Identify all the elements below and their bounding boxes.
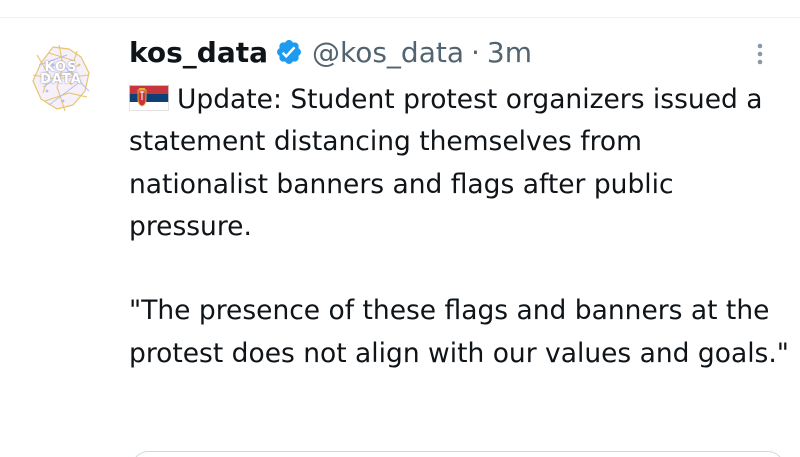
display-name[interactable]: kos_data bbox=[129, 36, 268, 69]
verified-badge-icon bbox=[275, 38, 303, 66]
tweet-text: Update: Student protest organizers issue… bbox=[129, 79, 789, 375]
tweet-paragraph-1: Update: Student protest organizers issue… bbox=[129, 79, 789, 248]
tweet-header: kos_data @kos_data · 3m bbox=[129, 30, 532, 74]
separator-dot: · bbox=[471, 35, 480, 69]
serbian-flag-icon bbox=[129, 82, 169, 111]
tweet-paragraph-2: "The presence of these flags and banners… bbox=[129, 295, 789, 369]
embedded-card[interactable] bbox=[132, 451, 784, 457]
timestamp[interactable]: 3m bbox=[487, 36, 532, 69]
avatar-logo-line2: DATA bbox=[40, 72, 82, 87]
avatar[interactable]: KOS DATA bbox=[19, 35, 103, 119]
more-options-button[interactable] bbox=[744, 38, 776, 70]
divider bbox=[0, 17, 800, 18]
avatar-logo-text: KOS DATA bbox=[19, 61, 103, 87]
user-handle[interactable]: @kos_data bbox=[312, 36, 464, 69]
more-vertical-icon bbox=[757, 43, 763, 65]
tweet-view: KOS DATA kos_data @kos_data · 3m Update:… bbox=[0, 0, 800, 457]
tweet-paragraph-1-text: Update: Student protest organizers issue… bbox=[129, 84, 763, 242]
